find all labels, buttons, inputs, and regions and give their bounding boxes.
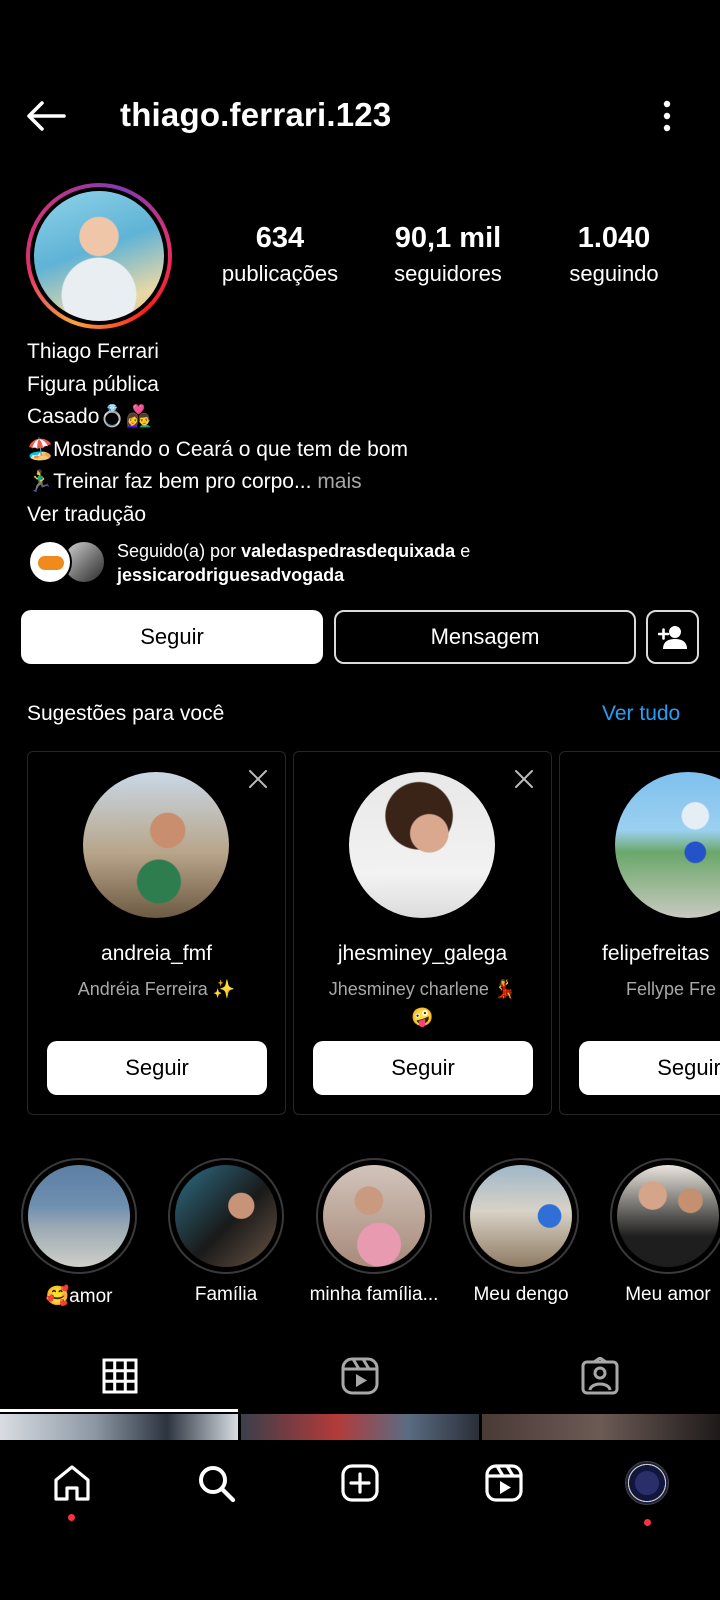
bio-name: Thiago Ferrari bbox=[27, 340, 159, 363]
follow-suggestion-button[interactable]: Seguir bbox=[579, 1041, 720, 1095]
story-highlight[interactable]: Família bbox=[168, 1158, 284, 1305]
profile-avatar[interactable] bbox=[26, 183, 172, 329]
message-button[interactable]: Mensagem bbox=[334, 610, 636, 664]
posts-count: 634 bbox=[255, 222, 305, 254]
suggestion-name-line: Jhesminey charlene 💃 bbox=[328, 979, 517, 999]
suggestions-title: Sugestões para você bbox=[27, 702, 225, 725]
suggestion-username: felipefreitas bbox=[602, 942, 710, 965]
suggestion-avatar bbox=[83, 772, 229, 918]
story-highlight[interactable]: Meu amor bbox=[610, 1158, 720, 1305]
bottom-navigation bbox=[0, 1440, 720, 1530]
posts-label: publicações bbox=[221, 261, 339, 286]
add-person-icon bbox=[657, 626, 687, 649]
notification-dot bbox=[644, 1519, 651, 1526]
more-options-icon[interactable] bbox=[652, 98, 682, 134]
following-label: seguindo bbox=[569, 261, 659, 286]
suggestion-name: Andréia Ferreira ✨ bbox=[77, 979, 236, 999]
story-highlight[interactable]: Meu dengo bbox=[463, 1158, 579, 1305]
see-translation-link[interactable]: Ver tradução bbox=[27, 499, 408, 532]
suggestion-username: andreia_fmf bbox=[101, 942, 212, 965]
stat-followers[interactable]: 90,1 mil seguidores bbox=[383, 222, 513, 287]
search-icon bbox=[199, 1466, 236, 1503]
suggestion-avatar bbox=[615, 772, 720, 918]
following-count: 1.040 bbox=[577, 222, 651, 254]
nav-profile[interactable] bbox=[622, 1458, 672, 1508]
followed-by[interactable]: Seguido(a) por valedaspedrasdequixada e … bbox=[28, 540, 708, 588]
tab-tagged[interactable] bbox=[480, 1340, 720, 1412]
nav-search[interactable] bbox=[191, 1458, 241, 1508]
post-thumbnail[interactable] bbox=[482, 1414, 720, 1440]
close-icon[interactable] bbox=[247, 768, 269, 790]
tab-grid[interactable] bbox=[0, 1340, 240, 1412]
post-thumbnail[interactable] bbox=[241, 1414, 479, 1440]
highlight-cover bbox=[175, 1165, 277, 1267]
profile-avatar-small bbox=[625, 1461, 669, 1505]
active-tab-indicator bbox=[0, 1409, 238, 1412]
followers-count: 90,1 mil bbox=[394, 222, 502, 254]
grid-icon bbox=[102, 1358, 138, 1394]
suggestion-name: Jhesminey charlene 💃 🤪 bbox=[306, 975, 539, 1031]
suggestion-name: Fellype Fre bbox=[626, 979, 717, 999]
content-tabs bbox=[0, 1340, 720, 1412]
bio-line: 🏃‍♂️Treinar faz bem pro corpo... bbox=[27, 470, 312, 493]
follower-avatar bbox=[28, 540, 72, 584]
suggestion-username: jhesminey_galega bbox=[337, 942, 508, 965]
nav-reels[interactable] bbox=[479, 1458, 529, 1508]
followed-by-user: jessicarodriguesadvogada bbox=[117, 565, 345, 585]
profile-username: thiago.ferrari.123 bbox=[120, 96, 392, 133]
highlight-label: Meu amor bbox=[625, 1284, 711, 1305]
followed-by-prefix: Seguido(a) por bbox=[117, 541, 242, 561]
bio-line-truncated: 🏃‍♂️Treinar faz bem pro corpo... mais bbox=[27, 466, 408, 499]
follow-suggestion-button[interactable]: Seguir bbox=[47, 1041, 267, 1095]
followers-label: seguidores bbox=[394, 261, 502, 286]
suggestion-card[interactable]: andreia_fmf Andréia Ferreira ✨ Seguir bbox=[27, 751, 286, 1115]
add-post-icon bbox=[341, 1464, 379, 1502]
highlight-cover bbox=[617, 1165, 719, 1267]
tagged-icon bbox=[581, 1357, 619, 1395]
nav-home[interactable] bbox=[47, 1458, 97, 1508]
suggestion-name-line: 🤪 bbox=[411, 1007, 434, 1027]
stat-posts[interactable]: 634 publicações bbox=[215, 222, 345, 287]
tab-reels[interactable] bbox=[240, 1340, 480, 1412]
followed-by-user: valedaspedrasdequixada bbox=[241, 541, 456, 561]
bio-line: Casado💍👩‍❤️‍👨 bbox=[27, 405, 152, 428]
highlight-cover bbox=[470, 1165, 572, 1267]
notification-dot bbox=[68, 1514, 75, 1521]
close-icon[interactable] bbox=[513, 768, 535, 790]
bio-more-link[interactable]: mais bbox=[311, 470, 361, 493]
highlight-label: 🥰amor bbox=[45, 1286, 113, 1307]
suggest-people-button[interactable] bbox=[646, 610, 699, 664]
nav-create[interactable] bbox=[335, 1458, 385, 1508]
story-highlight[interactable]: minha família... bbox=[310, 1158, 438, 1305]
suggestion-card[interactable]: jhesminey_galega Jhesminey charlene 💃 🤪 S… bbox=[293, 751, 552, 1115]
post-thumbnail[interactable] bbox=[0, 1414, 238, 1440]
top-bar: thiago.ferrari.123 bbox=[0, 80, 720, 152]
suggestion-card[interactable]: felipefreitas Fellype Fre Seguir bbox=[559, 751, 720, 1115]
followed-by-text: Seguido(a) por valedaspedrasdequixada e … bbox=[117, 539, 717, 587]
avatar-photo bbox=[34, 191, 164, 321]
highlight-label: minha família... bbox=[309, 1284, 439, 1305]
suggestion-avatar bbox=[349, 772, 495, 918]
highlight-cover bbox=[323, 1165, 425, 1267]
followed-by-conj: e bbox=[455, 541, 471, 561]
profile-bio: Thiago Ferrari Figura pública Casado💍👩‍❤… bbox=[27, 336, 408, 531]
bio-line: 🏖️Mostrando o Ceará o que tem de bom bbox=[27, 437, 409, 461]
highlight-cover bbox=[28, 1165, 130, 1267]
follow-button[interactable]: Seguir bbox=[21, 610, 323, 664]
see-all-link[interactable]: Ver tudo bbox=[602, 702, 680, 726]
story-highlight[interactable]: 🥰amor bbox=[21, 1158, 137, 1307]
follow-suggestion-button[interactable]: Seguir bbox=[313, 1041, 533, 1095]
reels-icon bbox=[341, 1357, 379, 1395]
highlight-label: Família bbox=[194, 1284, 258, 1305]
highlight-label: Meu dengo bbox=[473, 1284, 569, 1305]
bio-category: Figura pública bbox=[27, 372, 159, 396]
reels-icon bbox=[485, 1464, 523, 1502]
back-arrow-icon[interactable] bbox=[24, 96, 68, 136]
stat-following[interactable]: 1.040 seguindo bbox=[549, 222, 679, 287]
home-icon bbox=[54, 1465, 90, 1501]
